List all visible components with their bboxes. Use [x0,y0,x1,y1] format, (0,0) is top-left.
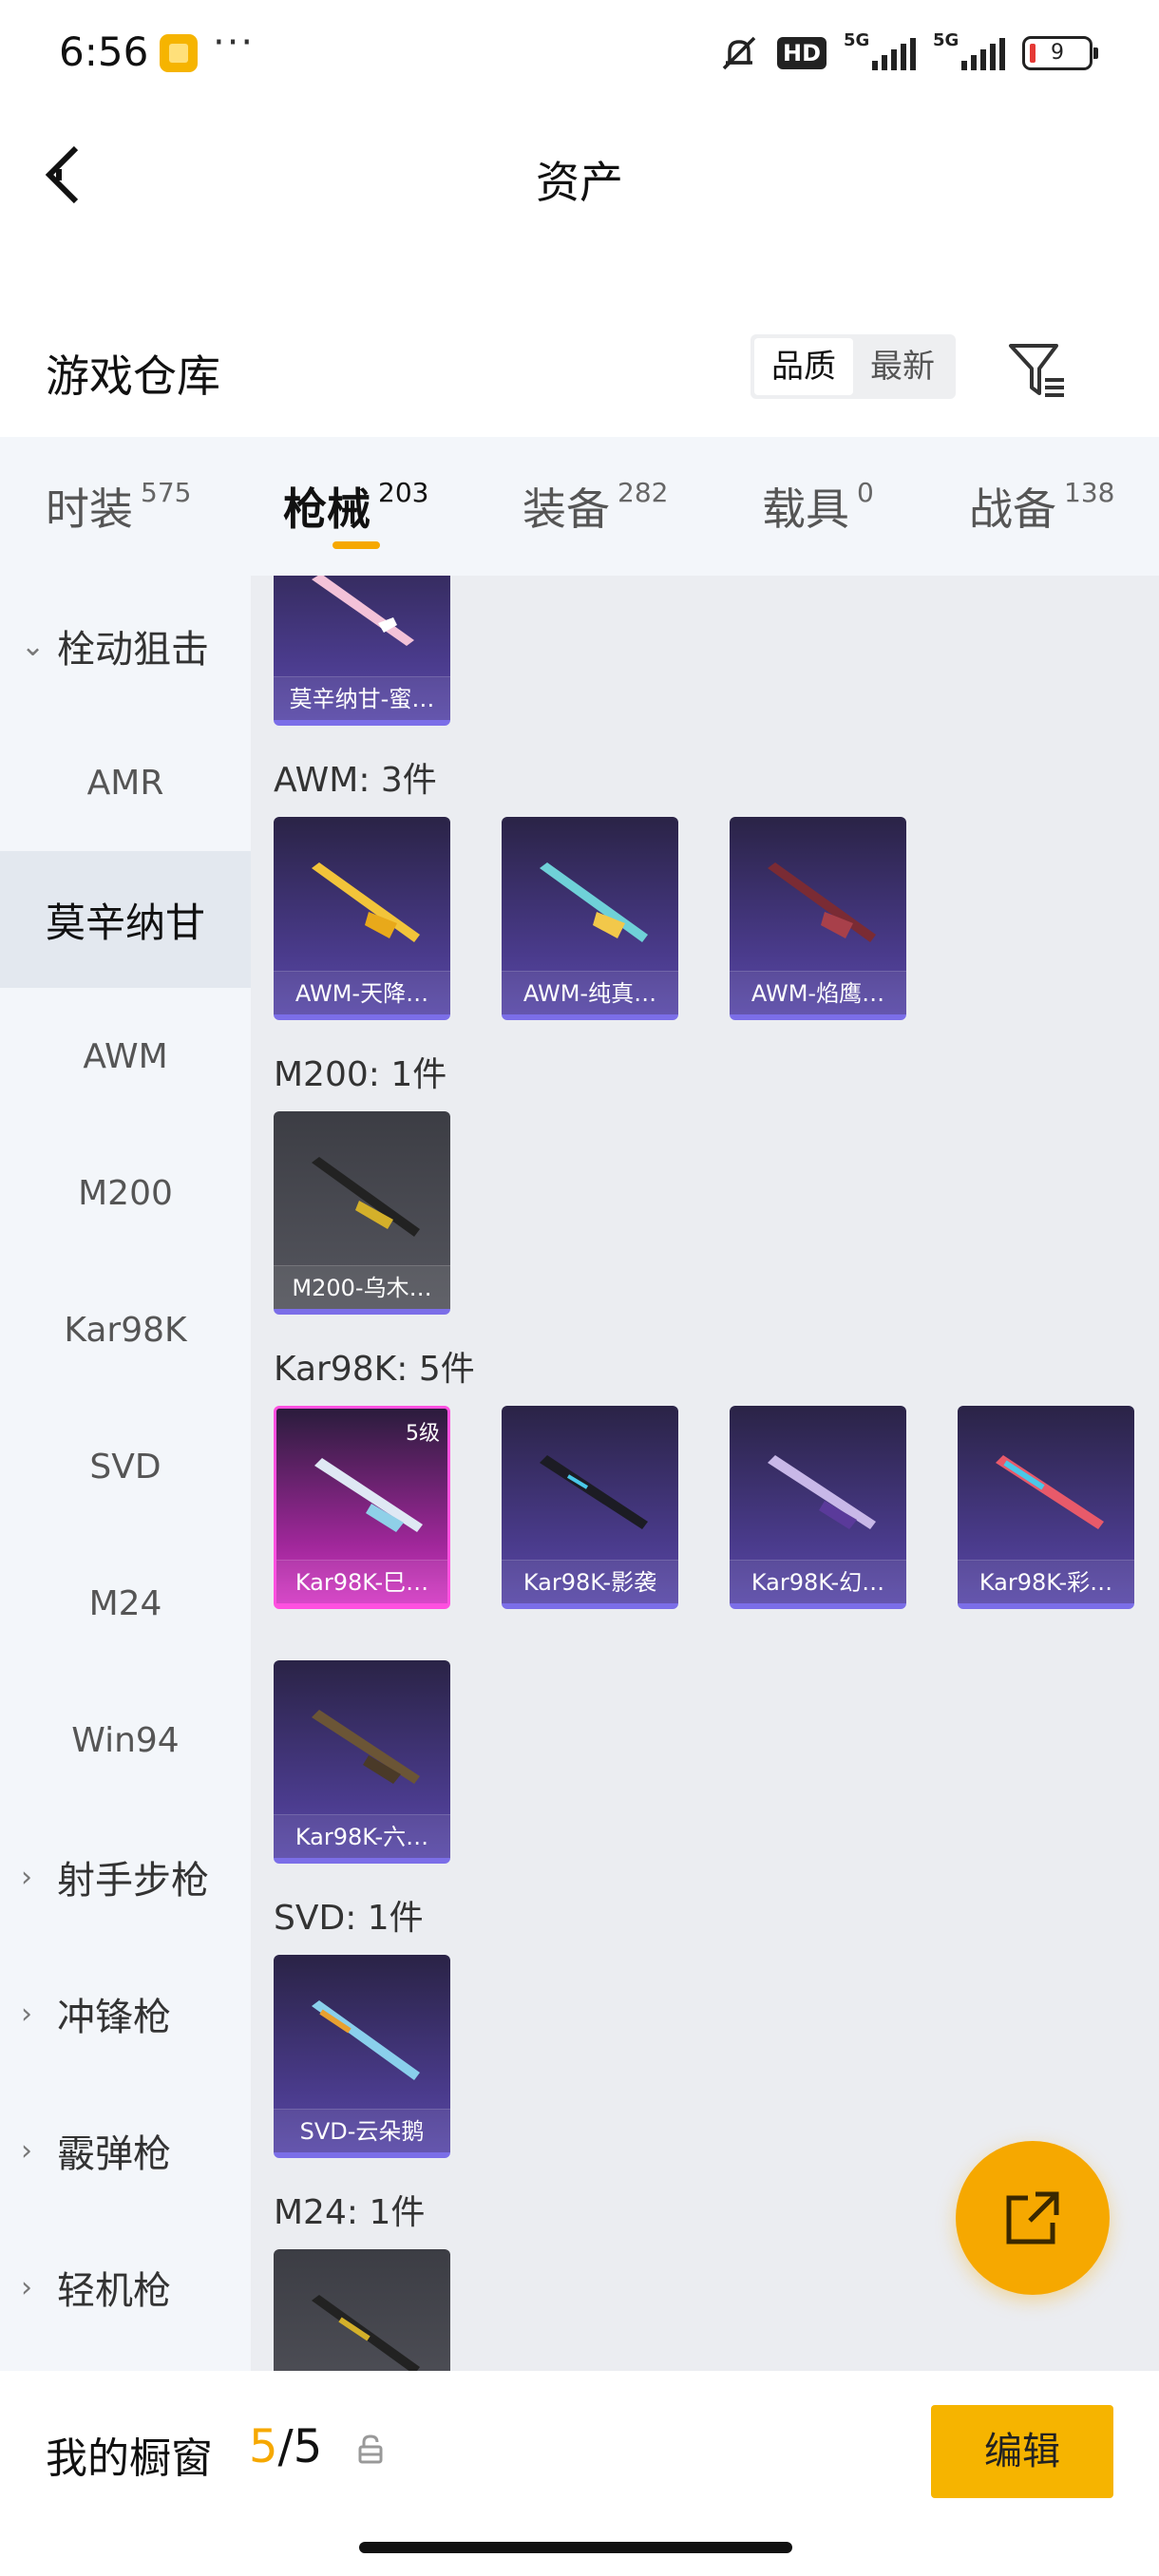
showcase-count: 5/5 [249,2420,323,2473]
lock-icon [358,2434,383,2464]
sidebar-item-m24[interactable]: M24 [0,1535,251,1672]
share-button[interactable] [956,2141,1110,2295]
weapon-skin-name: SVD-云朵鹅 [274,2109,450,2152]
filter-icon [1009,344,1064,397]
sidebar-item-kar98k[interactable]: Kar98K [0,1261,251,1398]
weapon-skin-card[interactable]: AWM-天降… [274,817,450,1020]
rifle-skin-icon [540,862,648,942]
weapon-skin-name: Kar98K-幻… [730,1560,906,1603]
tab-equipment[interactable]: 装备 282 [522,475,668,538]
notification-app-icon [160,34,198,72]
rifle-skin-icon [312,1157,420,1237]
tab-fashion[interactable]: 时装 575 [46,475,191,538]
weapon-skin-name: Kar98K-六… [274,1814,450,1858]
chevron-down-icon: ⌄ [21,629,46,663]
section-heading-awm: AWM: 3件 [274,761,437,800]
weapon-skin-name: Kar98K-彩… [958,1560,1134,1603]
chevron-right-icon: › [21,2133,32,2168]
status-time: 6:56 [59,28,149,75]
signal-icon-2: 5G [933,30,1005,70]
weapon-skin-card[interactable]: SVD-云朵鹅 [274,1955,450,2158]
status-indicators: HD 5G 5G 9 [718,30,1098,72]
weapon-skin-card[interactable]: Kar98K-彩… [958,1406,1134,1609]
weapon-skin-card[interactable]: Kar98K-影袭 [502,1406,678,1609]
sidebar-group-bolt-action[interactable]: ⌄ 栓动狙击 [0,578,251,714]
skin-level-badge: 5级 [406,1422,440,1446]
chevron-right-icon: › [21,1860,32,1894]
section-heading-kar98k: Kar98K: 5件 [274,1350,475,1389]
sort-quality-button[interactable]: 品质 [754,338,853,395]
rifle-skin-icon [312,862,420,942]
weapon-skin-card[interactable] [274,2249,450,2371]
sidebar-item-amr[interactable]: AMR [0,714,251,851]
edit-button[interactable]: 编辑 [931,2405,1113,2498]
weapon-skin-name: AWM-纯真… [502,971,678,1014]
sidebar-item-m200[interactable]: M200 [0,1125,251,1261]
weapon-skin-grid: 莫辛纳甘-蜜… AWM: 3件 AWM-天降… AWM-纯真… AWM-焰鹰… … [251,576,1159,2371]
rifle-skin-icon [768,1455,876,1529]
sidebar-group-smg[interactable]: › 冲锋枪 [0,1945,251,2082]
rifle-skin-icon [996,1455,1104,1529]
weapon-category-sidebar: ⌄ 栓动狙击 AMR 莫辛纳甘 AWM M200 Kar98K SVD M24 … [0,576,251,2371]
sort-toggle: 品质 最新 [750,334,956,399]
sidebar-group-shotguns[interactable]: › 霰弹枪 [0,2082,251,2219]
weapon-skin-name: 莫辛纳甘-蜜… [274,676,450,720]
weapon-skin-card[interactable]: M200-乌木… [274,1111,450,1315]
weapon-skin-card[interactable]: AWM-纯真… [502,817,678,1020]
home-indicator[interactable] [359,2542,792,2553]
rifle-skin-icon [768,862,876,942]
sort-newest-button[interactable]: 最新 [853,338,952,395]
weapon-skin-card[interactable]: 5级 Kar98K-巳… [274,1406,450,1609]
sidebar-item-svd[interactable]: SVD [0,1398,251,1535]
warehouse-header: 游戏仓库 品质 最新 [0,313,1159,437]
chevron-right-icon: › [21,1997,32,2031]
sidebar-item-win94[interactable]: Win94 [0,1672,251,1809]
rifle-skin-icon [312,576,414,646]
sidebar-item-awm[interactable]: AWM [0,988,251,1125]
sidebar-group-lmg[interactable]: › 轻机枪 [0,2219,251,2356]
section-heading-m200: M200: 1件 [274,1055,447,1094]
hd-icon: HD [776,37,826,69]
section-heading-svd: SVD: 1件 [274,1899,424,1938]
weapon-skin-name: Kar98K-影袭 [502,1560,678,1603]
filter-button[interactable] [1005,338,1070,403]
weapon-skin-name: M200-乌木… [274,1265,450,1309]
tab-firearms[interactable]: 枪械 203 [283,475,428,538]
warehouse-title: 游戏仓库 [46,350,220,402]
rifle-skin-icon [312,2000,420,2080]
weapon-skin-name: Kar98K-巳… [276,1560,447,1603]
chevron-right-icon: › [21,2270,32,2304]
sidebar-item-mosin-nagant[interactable]: 莫辛纳甘 [0,851,251,988]
title-bar: 资产 [0,104,1159,247]
tab-vehicles[interactable]: 载具 0 [762,475,874,538]
rifle-skin-icon [540,1455,648,1529]
tab-battle-gear[interactable]: 战备 138 [969,475,1114,538]
battery-icon: 9 [1022,36,1098,70]
status-bar: 6:56 ··· HD 5G 5G 9 [0,0,1159,104]
page-title: 资产 [536,157,623,208]
weapon-skin-card[interactable]: AWM-焰鹰… [730,817,906,1020]
weapon-skin-card[interactable]: Kar98K-六… [274,1660,450,1864]
share-icon [1006,2191,1059,2245]
more-notifications-icon: ··· [213,21,256,65]
weapon-skin-name: AWM-天降… [274,971,450,1014]
rifle-skin-icon [312,1710,420,1784]
mute-icon [718,34,760,72]
signal-icon: 5G [844,30,916,70]
rifle-skin-icon [314,1458,423,1532]
active-tab-indicator [332,541,380,549]
showcase-title: 我的橱窗 [46,2434,213,2483]
weapon-skin-card[interactable]: 莫辛纳甘-蜜… [274,576,450,726]
section-heading-m24: M24: 1件 [274,2193,426,2232]
weapon-skin-card[interactable]: Kar98K-幻… [730,1406,906,1609]
category-tabs: 时装 575 枪械 203 装备 282 载具 0 战备 138 [0,437,1159,576]
sidebar-group-marksman-rifles[interactable]: › 射手步枪 [0,1809,251,1945]
rifle-skin-icon [312,2295,420,2371]
weapon-skin-name: AWM-焰鹰… [730,971,906,1014]
